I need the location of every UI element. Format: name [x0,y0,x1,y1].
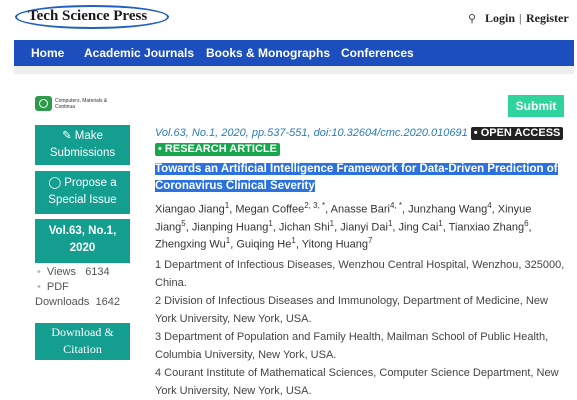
main-navbar: Home Academic Journals Books & Monograph… [14,40,574,66]
downloads-row: Downloads 1642 [35,295,130,310]
search-icon[interactable]: ⚲ [468,12,476,25]
research-article-badge: • RESEARCH ARTICLE [155,143,280,156]
journal-logo[interactable]: Computers, Materials & Continua [35,96,119,111]
views-value: 6134 [85,266,110,278]
affiliation-list: 1 Department of Infectious Diseases, Wen… [155,256,567,400]
author-name[interactable]: Tianxiao Zhang [449,221,524,233]
author-list: Xiangao Jiang1, Megan Coffee2, 3, *, Ana… [155,201,532,251]
article-meta-line: Vol.63, No.1, 2020, pp.537-551, doi:10.3… [155,125,567,157]
author-affiliation-marker: 5 [181,218,186,228]
affiliation-item: 4 Courant Institute of Mathematical Scie… [155,366,559,397]
author-name[interactable]: Megan Coffee [235,204,304,216]
author-name[interactable]: Junzhang Wang [408,204,487,216]
author-name[interactable]: Jianping Huang [192,221,268,233]
author-name[interactable]: Jing Cai [399,221,439,233]
submit-button[interactable]: Submit [508,95,564,117]
nav-academic-journals[interactable]: Academic Journals [84,46,194,60]
author-name[interactable]: Xiangao Jiang [155,204,225,216]
author-name[interactable]: Anasse Bari [331,204,390,216]
author-affiliation-marker: 2, 3, * [304,201,326,210]
header-separator: | [519,11,522,25]
register-link[interactable]: Register [526,11,569,26]
download-citation-button[interactable]: Download & Citation [35,323,130,360]
affiliation-item: 3 Department of Population and Family He… [155,330,549,361]
article-title[interactable]: Towards an Artificial Intelligence Frame… [155,161,567,195]
author-name[interactable]: Jichan Shi [279,221,330,233]
make-submissions-button[interactable]: ✎ Make Submissions [35,125,130,165]
journal-logo-icon [35,96,52,111]
author-affiliation-marker: 1 [268,218,273,228]
circle-check-icon: ◯ [48,177,62,189]
author-name[interactable]: Jianyi Dai [340,221,388,233]
author-name[interactable]: Yitong Huang [302,239,368,251]
bullet-icon: • [37,281,41,293]
open-access-badge: • OPEN ACCESS [470,127,564,140]
author-affiliation-marker: 7 [368,236,373,246]
make-submissions-label: Make Submissions [49,130,116,159]
logo-text: Tech Science Press [28,8,148,24]
downloads-label: Downloads [35,296,90,308]
nav-shadow-strip [14,66,574,74]
downloads-value: 1642 [95,296,121,308]
author-affiliation-marker: 1 [291,236,296,246]
nav-books-monographs[interactable]: Books & Monographs [206,46,330,60]
author-name[interactable]: Zhengxing Wu [155,239,226,251]
login-link[interactable]: Login [485,11,515,26]
views-row: • Views 6134 [35,265,130,280]
views-label: Views [46,266,77,278]
article-main: Vol.63, No.1, 2020, pp.537-551, doi:10.3… [155,125,567,400]
author-affiliation-marker: 4 [487,201,492,210]
nav-home[interactable]: Home [31,46,64,60]
author-affiliation-marker: 1 [387,218,393,228]
pdf-row: • PDF [35,280,130,295]
author-affiliation-marker: 1 [224,201,230,210]
author-affiliation-marker: 1 [225,236,231,246]
volume-badge[interactable]: Vol.63, No.1, 2020 [35,219,130,263]
author-affiliation-marker: 6 [524,218,529,228]
affiliation-item: 2 Division of Infectious Diseases and Im… [155,294,548,325]
journal-logo-text: Computers, Materials & Continua [55,97,108,110]
edit-icon: ✎ [62,130,72,142]
affiliation-item: 1 Department of Infectious Diseases, Wen… [155,258,565,289]
author-affiliation-marker: 4, * [389,201,402,210]
author-name[interactable]: Guiqing He [236,239,291,251]
article-citation[interactable]: Vol.63, No.1, 2020, pp.537-551, doi:10.3… [155,127,468,139]
pdf-label: PDF [46,281,69,293]
propose-special-issue-button[interactable]: ◯ Propose a Special Issue [35,171,130,214]
article-stats: • Views 6134 • PDF Downloads 1642 [35,265,130,310]
publisher-logo[interactable]: Tech Science Press [15,5,169,29]
bullet-icon: • [37,266,41,278]
author-affiliation-marker: 1 [438,218,443,228]
author-affiliation-marker: 1 [329,218,335,228]
nav-conferences[interactable]: Conferences [341,46,414,60]
